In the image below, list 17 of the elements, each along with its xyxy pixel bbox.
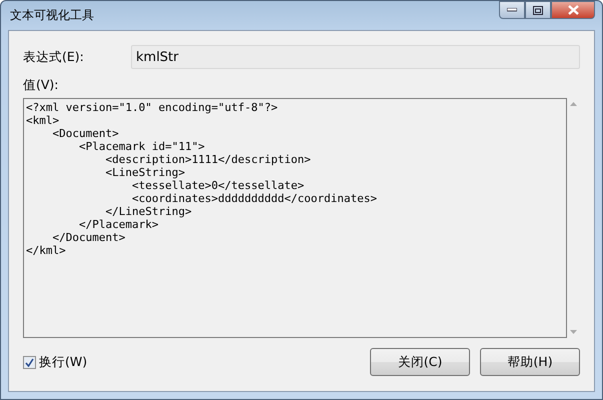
expression-label: 表达式(E): xyxy=(23,48,85,66)
close-button[interactable] xyxy=(551,1,595,19)
value-label: 值(V): xyxy=(23,77,60,94)
wrap-checkbox[interactable] xyxy=(23,356,36,368)
scroll-up-icon xyxy=(570,102,577,106)
dialog-button[interactable]: 帮助(H) xyxy=(480,348,580,376)
scroll-down-icon xyxy=(570,330,577,334)
window-title: 文本可视化工具 xyxy=(9,7,94,24)
minimize-button[interactable] xyxy=(499,1,525,19)
maximize-button[interactable] xyxy=(525,1,551,19)
expression-field[interactable]: kmlStr xyxy=(131,45,580,69)
dialog-button[interactable]: 关闭(C) xyxy=(370,348,470,376)
close-icon xyxy=(568,5,578,15)
value-text-area[interactable]: <?xml version="1.0" encoding="utf-8"?> <kml> <Document> <Placemark id="11"> <description>1111</description> <LineString> <tessellate>0</tessellate> <coordinates>dddddddddd</coordinates> </LineString> </Placemark> </Document> </kml> xyxy=(23,98,567,338)
wrap-label: 换行(W) xyxy=(39,354,88,370)
maximize-icon xyxy=(533,6,543,14)
minimize-icon xyxy=(507,8,517,12)
